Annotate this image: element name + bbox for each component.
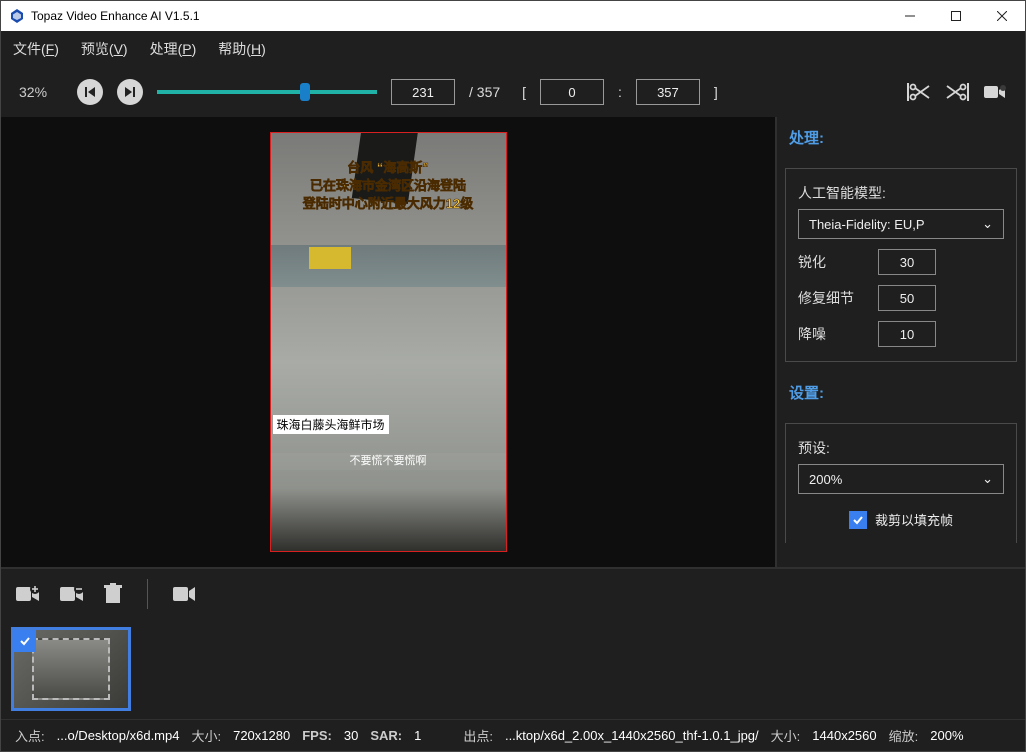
status-fps-value: 30 bbox=[344, 728, 358, 743]
status-scale-value: 200% bbox=[930, 728, 963, 743]
thumbnail-checkbox[interactable] bbox=[14, 630, 36, 652]
set-in-point-button[interactable] bbox=[907, 83, 931, 101]
chevron-down-icon: ⌄ bbox=[982, 471, 993, 487]
chevron-down-icon: ⌄ bbox=[982, 216, 993, 232]
app-logo-icon bbox=[9, 8, 25, 24]
set-out-point-button[interactable] bbox=[945, 83, 969, 101]
process-video-button[interactable] bbox=[172, 585, 196, 603]
status-bar: 入点: ...o/Desktop/x6d.mp4 大小: 720x1280 FP… bbox=[1, 719, 1025, 751]
right-panel: 处理: 人工智能模型: Theia-Fidelity: EU,P ⌄ 锐化 30… bbox=[775, 117, 1025, 567]
scissors-out-icon bbox=[945, 83, 969, 101]
status-size-in-value: 720x1280 bbox=[233, 728, 290, 743]
add-video-button[interactable] bbox=[15, 584, 41, 604]
overlay-line1: 台风 “海高斯” bbox=[271, 159, 506, 176]
settings-section: 预设: 200% ⌄ 裁剪以填充帧 bbox=[785, 423, 1017, 543]
menu-process[interactable]: 处理(P) bbox=[150, 39, 197, 59]
close-icon bbox=[997, 11, 1007, 21]
sharpen-input[interactable]: 30 bbox=[878, 249, 936, 275]
minimize-button[interactable] bbox=[887, 1, 933, 31]
camera-plus-icon bbox=[15, 584, 41, 604]
current-frame-input[interactable]: 231 bbox=[391, 79, 455, 105]
bracket-open: [ bbox=[522, 84, 526, 100]
in-point-input[interactable]: 0 bbox=[540, 79, 604, 105]
overlay-subtitle: 不要慌不要慌啊 bbox=[271, 453, 506, 470]
status-size-out-value: 1440x2560 bbox=[812, 728, 876, 743]
check-icon bbox=[19, 635, 31, 647]
sharpen-label: 锐化 bbox=[798, 252, 866, 272]
scene-sign bbox=[309, 247, 351, 269]
scene-building bbox=[271, 245, 506, 287]
crop-label: 裁剪以填充帧 bbox=[875, 510, 953, 529]
settings-section-title: 设置: bbox=[777, 372, 1025, 413]
camera-icon bbox=[172, 585, 196, 603]
window-title: Topaz Video Enhance AI V1.5.1 bbox=[31, 9, 200, 23]
preset-select[interactable]: 200% ⌄ bbox=[798, 464, 1004, 494]
denoise-input[interactable]: 10 bbox=[878, 321, 936, 347]
range-colon: : bbox=[618, 84, 622, 100]
status-in-label: 入点: bbox=[15, 726, 45, 745]
ai-model-label: 人工智能模型: bbox=[798, 183, 1004, 203]
crop-checkbox[interactable] bbox=[849, 511, 867, 529]
status-sar-label: SAR: bbox=[370, 728, 402, 743]
prev-frame-button[interactable] bbox=[77, 79, 103, 105]
status-in-value: ...o/Desktop/x6d.mp4 bbox=[57, 728, 180, 743]
video-thumbnail[interactable] bbox=[11, 627, 131, 711]
video-frame[interactable]: 台风 “海高斯” 已在珠海市金湾区沿海登陆 登陆时中心附近最大风力12级 珠海白… bbox=[270, 132, 507, 552]
window-titlebar: Topaz Video Enhance AI V1.5.1 bbox=[1, 1, 1025, 31]
menu-bar: 文件(F) 预览(V) 处理(P) 帮助(H) bbox=[1, 31, 1025, 67]
camera-rec-icon bbox=[983, 83, 1007, 101]
skip-back-icon bbox=[84, 86, 96, 98]
overlay-line2: 已在珠海市金湾区沿海登陆 bbox=[271, 177, 506, 194]
control-bar: 32% 231 / 357 [ 0 : 357 ] bbox=[1, 67, 1025, 117]
slider-handle[interactable] bbox=[300, 83, 310, 101]
trash-icon bbox=[103, 583, 123, 605]
process-section-title: 处理: bbox=[777, 117, 1025, 158]
skip-forward-icon bbox=[124, 86, 136, 98]
status-fps-label: FPS: bbox=[302, 728, 332, 743]
slider-track bbox=[157, 90, 377, 94]
delete-button[interactable] bbox=[103, 583, 123, 605]
toolbar-separator bbox=[147, 579, 148, 609]
check-icon bbox=[852, 514, 864, 526]
thumbnail-preview bbox=[32, 638, 110, 700]
status-sar-value: 1 bbox=[414, 728, 421, 743]
scissors-in-icon bbox=[907, 83, 931, 101]
status-out-label: 出点: bbox=[463, 726, 493, 745]
timeline-slider[interactable] bbox=[157, 79, 377, 105]
preset-value: 200% bbox=[809, 472, 842, 487]
process-section: 人工智能模型: Theia-Fidelity: EU,P ⌄ 锐化 30 修复细… bbox=[785, 168, 1017, 362]
menu-file[interactable]: 文件(F) bbox=[13, 39, 59, 59]
ai-model-select[interactable]: Theia-Fidelity: EU,P ⌄ bbox=[798, 209, 1004, 239]
camera-minus-icon bbox=[59, 584, 85, 604]
menu-help[interactable]: 帮助(H) bbox=[218, 39, 265, 59]
maximize-icon bbox=[951, 11, 961, 21]
bracket-close: ] bbox=[714, 84, 718, 100]
thumbnail-strip bbox=[1, 619, 1025, 719]
detail-input[interactable]: 50 bbox=[878, 285, 936, 311]
preset-label: 预设: bbox=[798, 438, 1004, 458]
status-scale-label: 缩放: bbox=[889, 726, 919, 745]
detail-label: 修复细节 bbox=[798, 288, 866, 308]
maximize-button[interactable] bbox=[933, 1, 979, 31]
record-button[interactable] bbox=[983, 83, 1007, 101]
minimize-icon bbox=[905, 11, 915, 21]
bottom-toolbar bbox=[1, 567, 1025, 619]
ai-model-value: Theia-Fidelity: EU,P bbox=[809, 217, 925, 232]
status-size-out-label: 大小: bbox=[771, 726, 801, 745]
remove-video-button[interactable] bbox=[59, 584, 85, 604]
zoom-percent: 32% bbox=[19, 84, 63, 100]
close-button[interactable] bbox=[979, 1, 1025, 31]
menu-preview[interactable]: 预览(V) bbox=[81, 39, 128, 59]
overlay-location: 珠海白藤头海鲜市场 bbox=[273, 415, 389, 434]
video-viewer: 台风 “海高斯” 已在珠海市金湾区沿海登陆 登陆时中心附近最大风力12级 珠海白… bbox=[1, 117, 775, 567]
status-out-value: ...ktop/x6d_2.00x_1440x2560_thf-1.0.1_jp… bbox=[505, 728, 759, 743]
overlay-line3: 登陆时中心附近最大风力12级 bbox=[271, 195, 506, 212]
frame-total-label: / 357 bbox=[469, 84, 500, 100]
out-point-input[interactable]: 357 bbox=[636, 79, 700, 105]
next-frame-button[interactable] bbox=[117, 79, 143, 105]
status-size-in-label: 大小: bbox=[191, 726, 221, 745]
denoise-label: 降噪 bbox=[798, 324, 866, 344]
